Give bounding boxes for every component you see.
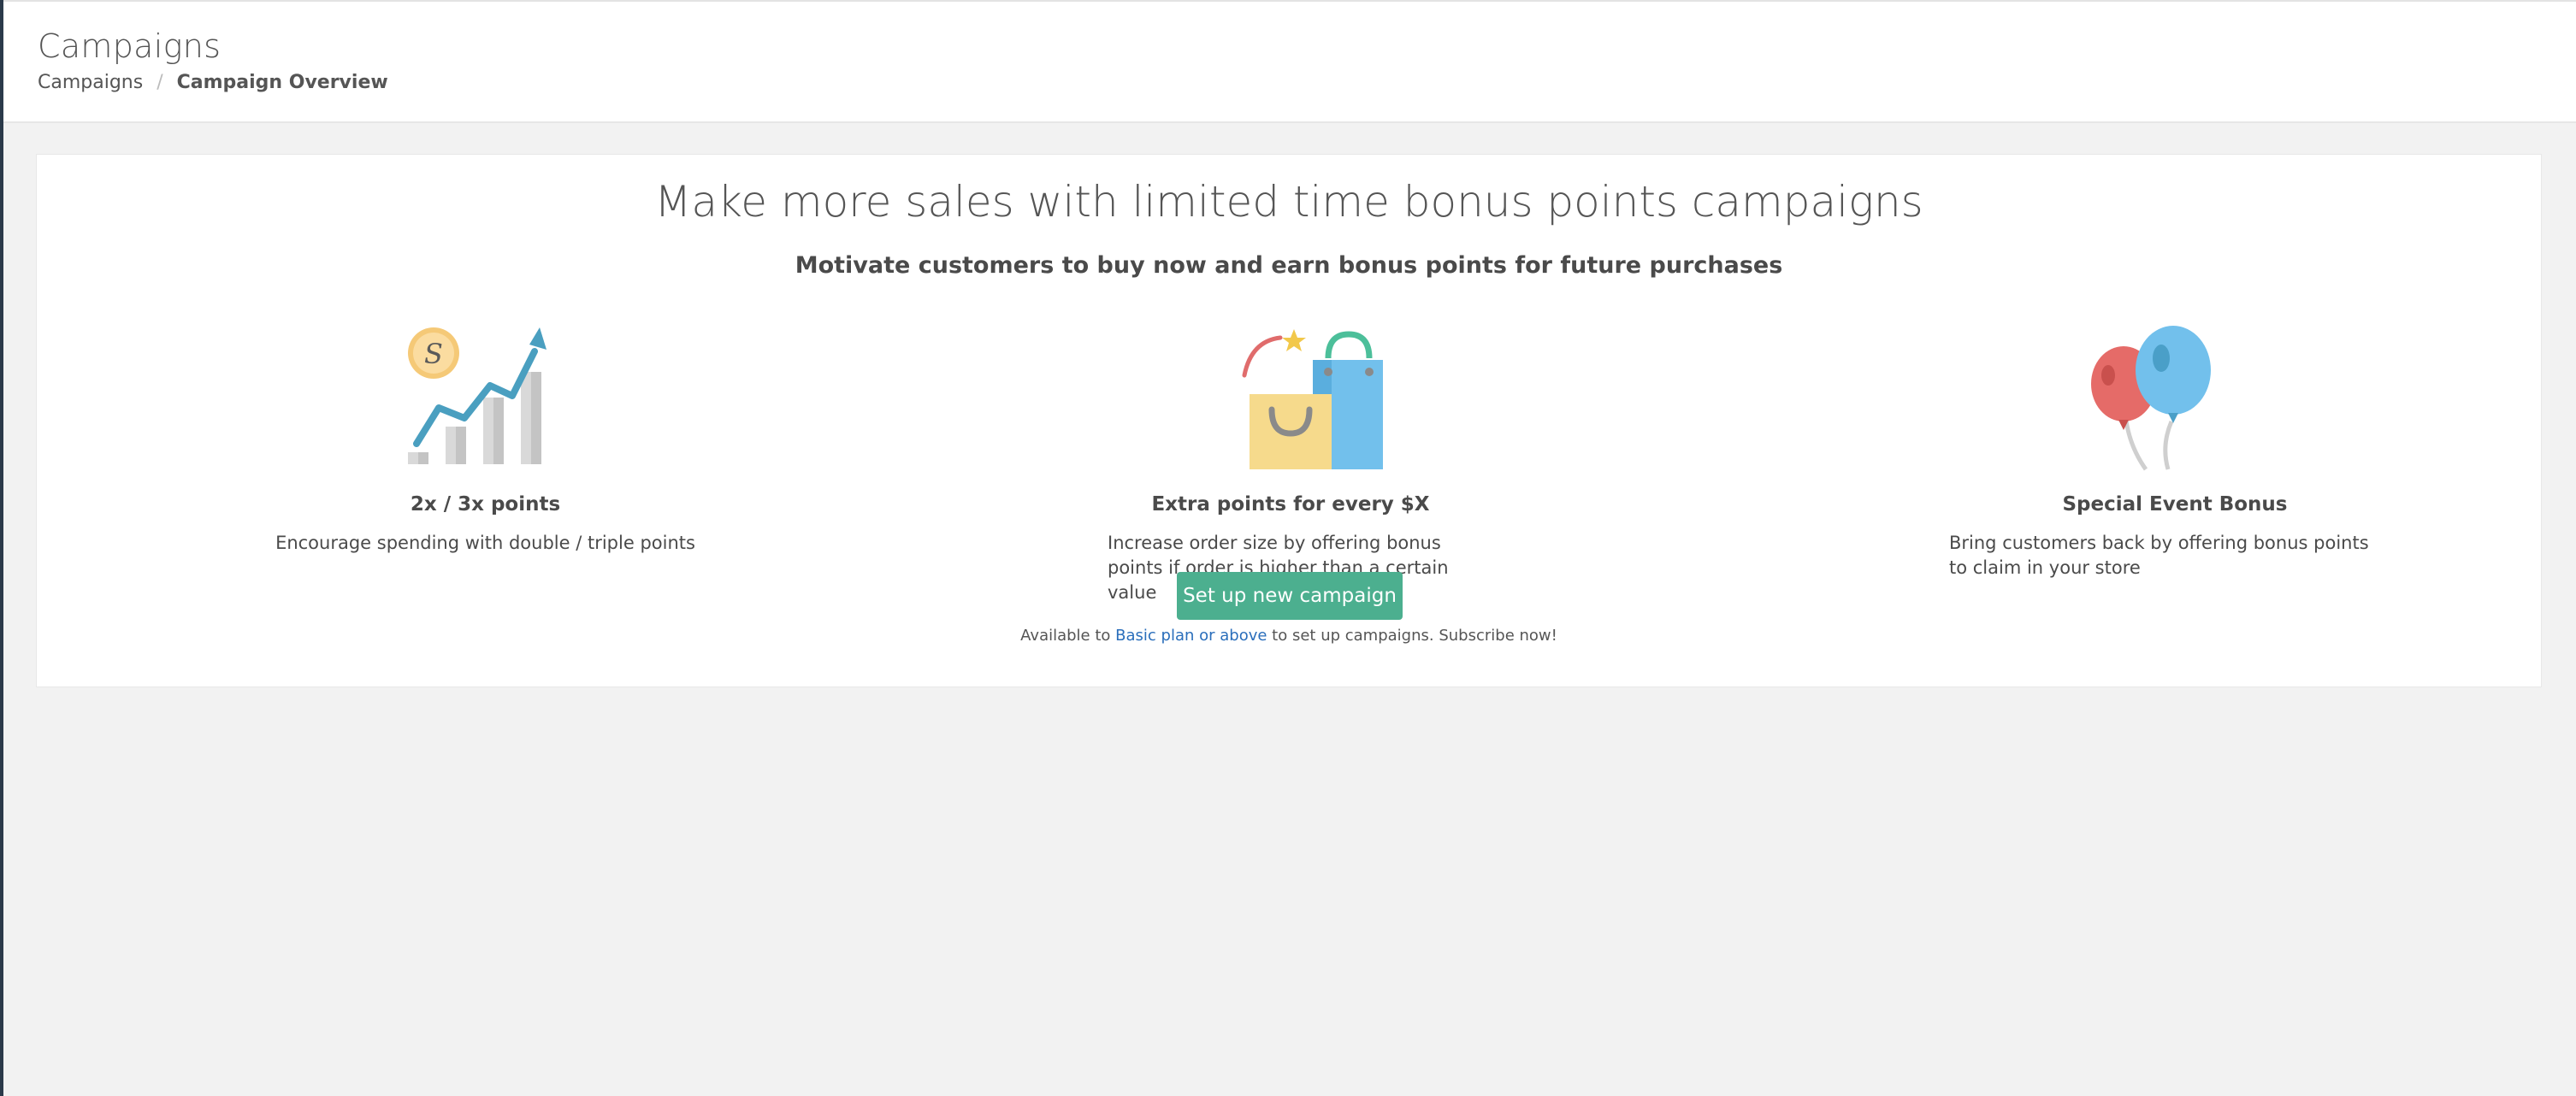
feature-description: Bring customers back by offering bonus p… — [1949, 533, 2369, 578]
campaign-overview-card: Make more sales with limited time bonus … — [36, 154, 2542, 687]
plan-availability-note: Available to Basic plan or above to set … — [37, 627, 2541, 645]
page-title: Campaigns — [38, 27, 222, 65]
left-rail — [0, 0, 3, 1096]
set-up-new-campaign-button[interactable]: Set up new campaign — [1177, 572, 1403, 620]
feature-title: Extra points for every $X — [1151, 493, 1430, 516]
breadcrumb-separator: / — [157, 72, 163, 93]
feature-description: Encourage spending with double / triple … — [275, 533, 695, 553]
feature-title: 2x / 3x points — [410, 493, 561, 516]
page-header: Campaigns Campaigns / Campaign Overview — [3, 0, 2576, 123]
breadcrumb-current: Campaign Overview — [176, 72, 388, 93]
breadcrumb: Campaigns / Campaign Overview — [38, 72, 388, 93]
plan-note-prefix: Available to — [1020, 627, 1116, 645]
basic-plan-link[interactable]: Basic plan or above — [1115, 627, 1267, 645]
plan-note-suffix: to set up campaigns. Subscribe now! — [1267, 627, 1557, 645]
hero-headline: Make more sales with limited time bonus … — [654, 177, 1923, 227]
hero-subheadline: Motivate customers to buy now and earn b… — [795, 252, 1783, 279]
balloons-icon — [2083, 326, 2228, 471]
shopping-bags-icon — [1238, 326, 1383, 471]
feature-title: Special Event Bonus — [2062, 493, 2288, 516]
breadcrumb-campaigns-link[interactable]: Campaigns — [38, 72, 143, 93]
growth-chart-icon: S — [405, 326, 567, 471]
svg-text:S: S — [424, 338, 443, 370]
